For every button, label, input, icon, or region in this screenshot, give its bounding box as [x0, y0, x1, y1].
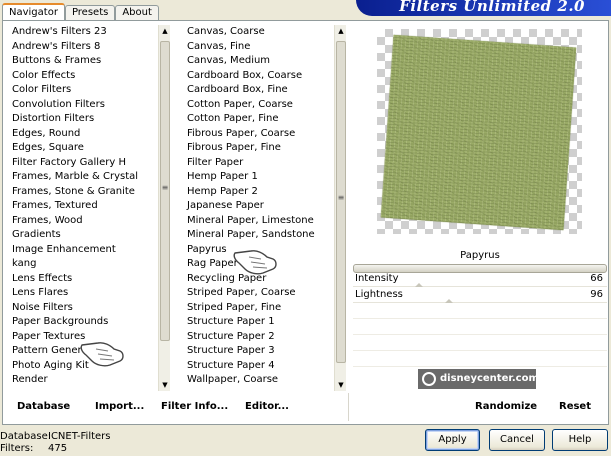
- tab-navigator[interactable]: Navigator: [2, 3, 65, 21]
- list-item[interactable]: Andrew's Filters 23: [5, 25, 157, 40]
- tab-about[interactable]: About: [115, 5, 159, 21]
- grip-icon: ≡: [161, 183, 169, 192]
- list-item[interactable]: Cardboard Box, Coarse: [180, 69, 333, 84]
- list-item[interactable]: Fibrous Paper, Coarse: [180, 127, 333, 142]
- paper-texture-preview: [380, 34, 577, 231]
- list-item[interactable]: Hemp Paper 2: [180, 185, 333, 200]
- list-item[interactable]: Filter Paper: [180, 156, 333, 171]
- reset-button[interactable]: Reset: [559, 399, 591, 414]
- slider-thumb-icon[interactable]: [415, 283, 423, 287]
- list-item[interactable]: Lens Effects: [5, 272, 157, 287]
- list-item[interactable]: kang: [5, 257, 157, 272]
- cancel-button[interactable]: Cancel: [489, 429, 545, 451]
- status-filters: Filters: 475: [0, 443, 67, 454]
- selected-filter-name: Papyrus: [460, 250, 500, 261]
- randomize-button[interactable]: Randomize: [475, 399, 537, 414]
- filter-info-button[interactable]: Filter Info...: [161, 399, 228, 414]
- watermark: disneycenter.com: [418, 369, 539, 389]
- status-database-value: ICNET-Filters: [48, 431, 111, 442]
- slider-row-empty: [353, 304, 607, 319]
- import-button[interactable]: Import...: [95, 399, 144, 414]
- tab-presets[interactable]: Presets: [64, 5, 116, 21]
- list-item[interactable]: Edges, Square: [5, 141, 157, 156]
- scroll-down-arrow-icon[interactable]: ▼: [159, 379, 171, 391]
- status-database: Database:ICNET-Filters: [0, 431, 111, 442]
- list-item[interactable]: Structure Paper 2: [180, 330, 333, 345]
- navigator-panel: Andrew's Filters 23 Andrew's Filters 8 But…: [2, 20, 609, 425]
- help-button[interactable]: Help: [552, 429, 608, 451]
- list-item[interactable]: Image Enhancement: [5, 243, 157, 258]
- database-button[interactable]: Database: [17, 399, 70, 414]
- list-item[interactable]: Structure Paper 1: [180, 315, 333, 330]
- slider-row-empty: [353, 336, 607, 351]
- list-item[interactable]: Render: [5, 373, 157, 388]
- status-database-label: Database:: [0, 431, 52, 442]
- list-item[interactable]: Structure Paper 3: [180, 344, 333, 359]
- filter-scrollbar[interactable]: ▲ ≡ ▼: [334, 25, 346, 391]
- list-item[interactable]: Fibrous Paper, Fine: [180, 141, 333, 156]
- slider-value: 96: [590, 289, 603, 300]
- list-item[interactable]: Mineral Paper, Limestone: [180, 214, 333, 229]
- mickey-logo-icon: [422, 372, 436, 386]
- toolbar-divider: [348, 393, 349, 421]
- list-item[interactable]: Frames, Stone & Granite: [5, 185, 157, 200]
- list-item[interactable]: Color Filters: [5, 83, 157, 98]
- slider-value: 66: [590, 273, 603, 284]
- list-item[interactable]: Canvas, Coarse: [180, 25, 333, 40]
- slider-thumb-icon[interactable]: [445, 299, 453, 303]
- category-list[interactable]: Andrew's Filters 23 Andrew's Filters 8 But…: [5, 25, 157, 391]
- watermark-text: disneycenter.com: [440, 373, 539, 384]
- list-item[interactable]: Frames, Textured: [5, 199, 157, 214]
- status-filters-label: Filters:: [0, 443, 34, 454]
- editor-button[interactable]: Editor...: [245, 399, 289, 414]
- list-item[interactable]: Wallpaper, Coarse: [180, 373, 333, 388]
- list-item[interactable]: Noise Filters: [5, 301, 157, 316]
- list-item[interactable]: Canvas, Fine: [180, 40, 333, 55]
- slider-label: Lightness: [355, 289, 403, 300]
- slider-label: Intensity: [355, 273, 399, 284]
- list-item[interactable]: Frames, Wood: [5, 214, 157, 229]
- scroll-up-arrow-icon[interactable]: ▲: [159, 25, 171, 37]
- hand-cursor-icon: [80, 342, 124, 367]
- apply-button[interactable]: Apply: [425, 429, 480, 451]
- list-item[interactable]: Andrew's Filters 8: [5, 40, 157, 55]
- list-item[interactable]: Buttons & Frames: [5, 54, 157, 69]
- tab-strip: Navigator Presets About: [2, 3, 159, 21]
- list-item[interactable]: Cotton Paper, Coarse: [180, 98, 333, 113]
- filter-preview: [377, 29, 582, 234]
- hand-cursor-icon: [233, 250, 277, 275]
- list-item[interactable]: Lens Flares: [5, 286, 157, 301]
- list-item[interactable]: Structure Paper 4: [180, 359, 333, 374]
- list-item[interactable]: Edges, Round: [5, 127, 157, 142]
- list-item[interactable]: Distortion Filters: [5, 112, 157, 127]
- list-item[interactable]: Convolution Filters: [5, 98, 157, 113]
- list-item[interactable]: Filter Factory Gallery H: [5, 156, 157, 171]
- list-item[interactable]: Hemp Paper 1: [180, 170, 333, 185]
- list-item[interactable]: Japanese Paper: [180, 199, 333, 214]
- scroll-down-arrow-icon[interactable]: ▼: [335, 379, 347, 391]
- list-item[interactable]: Striped Paper, Fine: [180, 301, 333, 316]
- slider-row-empty: [353, 320, 607, 335]
- filter-list[interactable]: Canvas, Coarse Canvas, Fine Canvas, Medium…: [180, 25, 333, 391]
- brand-title: Filters Unlimited 2.0: [399, 0, 585, 15]
- list-item[interactable]: Striped Paper, Coarse: [180, 286, 333, 301]
- status-filters-value: 475: [48, 443, 68, 454]
- list-item[interactable]: Frames, Marble & Crystal: [5, 170, 157, 185]
- brand-banner: Filters Unlimited 2.0: [356, 0, 611, 16]
- list-item[interactable]: Canvas, Medium: [180, 54, 333, 69]
- scroll-thumb[interactable]: ≡: [336, 41, 346, 363]
- category-scrollbar[interactable]: ▲ ≡ ▼: [158, 25, 170, 391]
- list-item[interactable]: Mineral Paper, Sandstone: [180, 228, 333, 243]
- slider-row-empty: [353, 352, 607, 367]
- scroll-up-arrow-icon[interactable]: ▲: [335, 25, 347, 37]
- list-item[interactable]: Cotton Paper, Fine: [180, 112, 333, 127]
- list-item[interactable]: Paper Backgrounds: [5, 315, 157, 330]
- slider-lightness[interactable]: Lightness 96: [353, 288, 607, 303]
- scroll-thumb[interactable]: ≡: [160, 41, 170, 341]
- list-item[interactable]: Cardboard Box, Fine: [180, 83, 333, 98]
- slider-intensity[interactable]: Intensity 66: [353, 272, 607, 287]
- list-item[interactable]: Color Effects: [5, 69, 157, 84]
- list-item[interactable]: Gradients: [5, 228, 157, 243]
- grip-icon: ≡: [337, 193, 345, 202]
